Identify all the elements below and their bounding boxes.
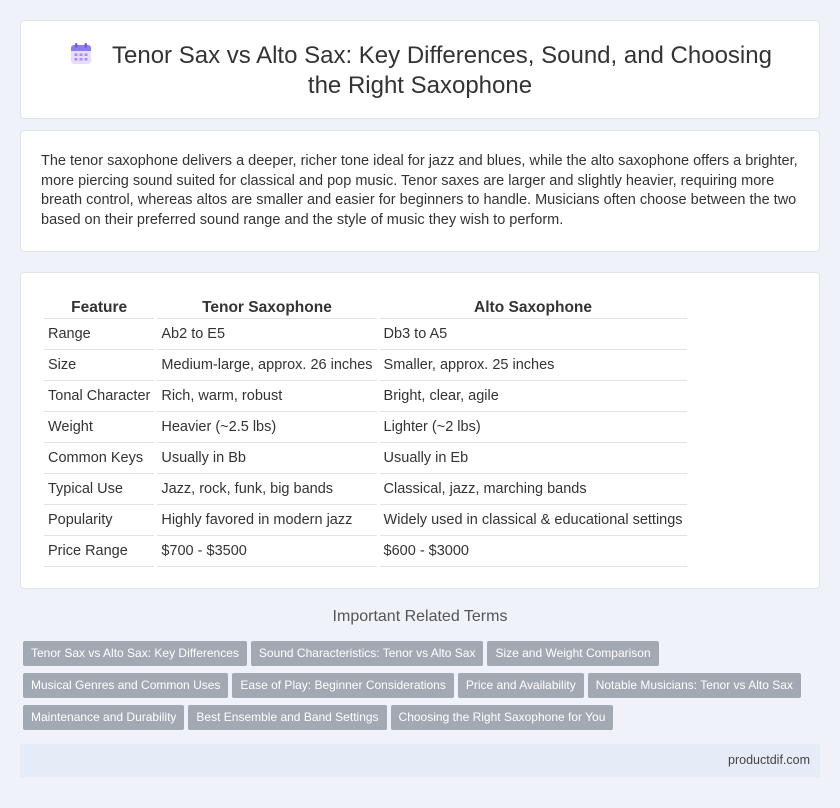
tenor-cell: Highly favored in modern jazz xyxy=(157,505,377,536)
feature-cell: Typical Use xyxy=(44,474,155,505)
table-row: Range Ab2 to E5 Db3 to A5 xyxy=(44,319,687,350)
related-tag[interactable]: Ease of Play: Beginner Considerations xyxy=(232,673,454,698)
tenor-cell: Rich, warm, robust xyxy=(157,381,377,412)
comparison-card: Feature Tenor Saxophone Alto Saxophone R… xyxy=(20,272,820,589)
table-row: Common Keys Usually in Bb Usually in Eb xyxy=(44,443,687,474)
feature-cell: Price Range xyxy=(44,536,155,567)
related-tag[interactable]: Sound Characteristics: Tenor vs Alto Sax xyxy=(250,641,484,666)
footer-site[interactable]: productdif.com xyxy=(728,753,810,767)
alto-cell: Smaller, approx. 25 inches xyxy=(379,350,687,381)
alto-cell: Db3 to A5 xyxy=(379,319,687,350)
related-terms: Tenor Sax vs Alto Sax: Key Differences So… xyxy=(23,641,813,737)
tenor-cell: Medium-large, approx. 26 inches xyxy=(157,350,377,381)
tag-row: Maintenance and Durability Best Ensemble … xyxy=(23,705,813,737)
related-tag[interactable]: Notable Musicians: Tenor vs Alto Sax xyxy=(587,673,801,698)
comparison-table: Feature Tenor Saxophone Alto Saxophone R… xyxy=(41,295,690,567)
table-row: Typical Use Jazz, rock, funk, big bands … xyxy=(44,474,687,505)
table-row: Weight Heavier (~2.5 lbs) Lighter (~2 lb… xyxy=(44,412,687,443)
footer: productdif.com xyxy=(20,744,820,777)
related-tag[interactable]: Tenor Sax vs Alto Sax: Key Differences xyxy=(23,641,247,666)
alto-cell: $600 - $3000 xyxy=(379,536,687,567)
related-tag[interactable]: Musical Genres and Common Uses xyxy=(23,673,229,698)
related-tag[interactable]: Size and Weight Comparison xyxy=(487,641,659,666)
table-header-row: Feature Tenor Saxophone Alto Saxophone xyxy=(44,295,687,319)
tenor-cell: Jazz, rock, funk, big bands xyxy=(157,474,377,505)
tag-row: Musical Genres and Common Uses Ease of Pl… xyxy=(23,673,813,705)
table-row: Popularity Highly favored in modern jazz… xyxy=(44,505,687,536)
header-tenor: Tenor Saxophone xyxy=(157,295,377,319)
table-row: Price Range $700 - $3500 $600 - $3000 xyxy=(44,536,687,567)
alto-cell: Classical, jazz, marching bands xyxy=(379,474,687,505)
related-tag[interactable]: Choosing the Right Saxophone for You xyxy=(390,705,614,730)
header-feature: Feature xyxy=(44,295,155,319)
feature-cell: Popularity xyxy=(44,505,155,536)
feature-cell: Weight xyxy=(44,412,155,443)
related-tag[interactable]: Maintenance and Durability xyxy=(23,705,185,730)
intro-card: The tenor saxophone delivers a deeper, r… xyxy=(20,130,820,252)
feature-cell: Common Keys xyxy=(44,443,155,474)
tag-row: Tenor Sax vs Alto Sax: Key Differences So… xyxy=(23,641,813,673)
tenor-cell: $700 - $3500 xyxy=(157,536,377,567)
feature-cell: Size xyxy=(44,350,155,381)
table-row: Tonal Character Rich, warm, robust Brigh… xyxy=(44,381,687,412)
table-row: Size Medium-large, approx. 26 inches Sma… xyxy=(44,350,687,381)
header-alto: Alto Saxophone xyxy=(379,295,687,319)
alto-cell: Lighter (~2 lbs) xyxy=(379,412,687,443)
title-card: Tenor Sax vs Alto Sax: Key Differences, … xyxy=(20,20,820,119)
calendar-icon xyxy=(71,43,92,64)
feature-cell: Range xyxy=(44,319,155,350)
alto-cell: Bright, clear, agile xyxy=(379,381,687,412)
tenor-cell: Heavier (~2.5 lbs) xyxy=(157,412,377,443)
feature-cell: Tonal Character xyxy=(44,381,155,412)
intro-paragraph: The tenor saxophone delivers a deeper, r… xyxy=(41,153,798,228)
tenor-cell: Usually in Bb xyxy=(157,443,377,474)
related-terms-heading: Important Related Terms xyxy=(332,608,508,625)
tenor-cell: Ab2 to E5 xyxy=(157,319,377,350)
page-title-wrap: Tenor Sax vs Alto Sax: Key Differences, … xyxy=(21,41,819,101)
page-title: Tenor Sax vs Alto Sax: Key Differences, … xyxy=(112,42,772,99)
alto-cell: Usually in Eb xyxy=(379,443,687,474)
alto-cell: Widely used in classical & educational s… xyxy=(379,505,687,536)
related-tag[interactable]: Best Ensemble and Band Settings xyxy=(188,705,387,730)
related-tag[interactable]: Price and Availability xyxy=(457,673,584,698)
